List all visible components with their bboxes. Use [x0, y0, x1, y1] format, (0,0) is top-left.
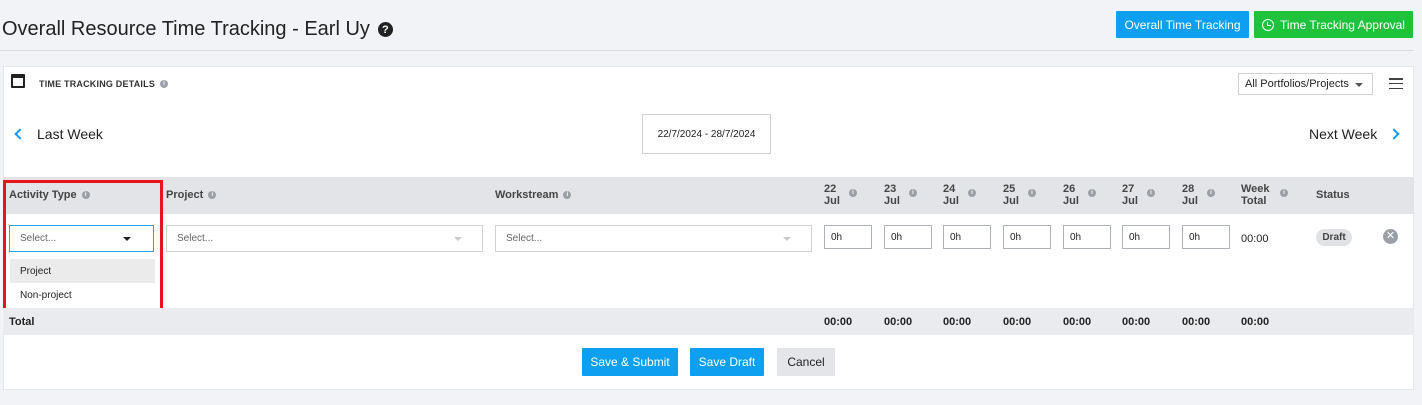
- portfolio-filter-value: All Portfolios/Projects: [1245, 78, 1349, 90]
- header-week-total-label: Week Total: [1241, 183, 1270, 207]
- header-day-label: 24 Jul: [943, 183, 959, 207]
- workstream-placeholder: Select...: [506, 233, 543, 244]
- info-icon[interactable]: i: [208, 191, 217, 199]
- portfolio-filter-select[interactable]: All Portfolios/Projects: [1238, 73, 1373, 95]
- info-icon[interactable]: i: [1207, 189, 1215, 197]
- highlight-annotation-box: [3, 180, 163, 314]
- chevron-left-icon: [14, 128, 26, 140]
- page-title: Overall Resource Time Tracking - Earl Uy…: [2, 18, 393, 41]
- info-icon[interactable]: i: [563, 191, 572, 199]
- overall-time-tracking-button[interactable]: Overall Time Tracking: [1116, 11, 1249, 38]
- chevron-down-icon: [783, 237, 791, 241]
- time-tracking-approval-label: Time Tracking Approval: [1280, 17, 1405, 32]
- last-week-button[interactable]: Last Week: [14, 126, 103, 142]
- clock-icon: [1262, 18, 1275, 31]
- date-range-picker[interactable]: 22/7/2024 - 28/7/2024: [642, 114, 771, 154]
- chevron-down-icon: [454, 237, 462, 241]
- save-draft-button[interactable]: Save Draft: [690, 348, 764, 376]
- total-week: 00:00: [1241, 316, 1270, 328]
- header-day-label: 23 Jul: [884, 183, 900, 207]
- total-day-25: 00:00: [1003, 316, 1032, 328]
- header-day-23: 23 Jul i: [884, 183, 917, 207]
- cancel-button[interactable]: Cancel: [777, 348, 835, 376]
- hours-input-25[interactable]: 0h: [1003, 225, 1051, 249]
- total-day-27: 00:00: [1122, 316, 1151, 328]
- header-day-22: 22 Jul i: [824, 183, 857, 207]
- header-status: Status: [1316, 189, 1350, 201]
- status-badge: Draft: [1316, 229, 1352, 246]
- info-icon[interactable]: i: [909, 189, 917, 197]
- time-tracking-approval-button[interactable]: Time Tracking Approval: [1254, 11, 1413, 38]
- hamburger-menu-icon[interactable]: [1389, 78, 1403, 89]
- header-week-total: Week Total i: [1241, 183, 1288, 207]
- hours-input-24[interactable]: 0h: [943, 225, 991, 249]
- header-day-label: 25 Jul: [1003, 183, 1019, 207]
- header-project-label: Project: [166, 189, 204, 201]
- workstream-select[interactable]: Select...: [495, 225, 812, 252]
- header-day-27: 27 Jul i: [1122, 183, 1155, 207]
- hours-input-26[interactable]: 0h: [1063, 225, 1111, 249]
- help-icon[interactable]: ?: [377, 22, 393, 37]
- row-week-total: 00:00: [1241, 233, 1269, 245]
- total-label: Total: [9, 316, 35, 328]
- chevron-down-icon: [1355, 83, 1363, 87]
- header-day-label: 26 Jul: [1063, 183, 1079, 207]
- hours-input-23[interactable]: 0h: [884, 225, 932, 249]
- header-day-26: 26 Jul i: [1063, 183, 1096, 207]
- header-day-label: 28 Jul: [1182, 183, 1198, 207]
- total-day-24: 00:00: [943, 316, 972, 328]
- total-day-28: 00:00: [1182, 316, 1211, 328]
- header-day-28: 28 Jul i: [1182, 183, 1215, 207]
- project-placeholder: Select...: [177, 233, 214, 244]
- chevron-right-icon: [1388, 128, 1400, 140]
- hours-input-28[interactable]: 0h: [1182, 225, 1230, 249]
- header-workstream: Workstream i: [495, 189, 572, 201]
- header-day-25: 25 Jul i: [1003, 183, 1036, 207]
- info-icon[interactable]: i: [849, 189, 857, 197]
- header-day-24: 24 Jul i: [943, 183, 976, 207]
- total-day-22: 00:00: [824, 316, 853, 328]
- page-title-text: Overall Resource Time Tracking - Earl Uy: [2, 18, 370, 40]
- total-day-23: 00:00: [884, 316, 913, 328]
- remove-row-icon[interactable]: ✕: [1383, 229, 1398, 244]
- info-icon[interactable]: i: [1280, 189, 1288, 197]
- info-icon[interactable]: i: [1088, 189, 1096, 197]
- section-title: TIME TRACKING DETAILS i: [39, 79, 169, 89]
- header-project: Project i: [166, 189, 217, 201]
- title-divider: [0, 50, 1414, 51]
- hours-input-27[interactable]: 0h: [1122, 225, 1170, 249]
- project-select[interactable]: Select...: [166, 225, 483, 252]
- header-day-label: 22 Jul: [824, 183, 840, 207]
- info-icon[interactable]: i: [1028, 189, 1036, 197]
- hours-input-22[interactable]: 0h: [824, 225, 872, 249]
- header-day-label: 27 Jul: [1122, 183, 1138, 207]
- last-week-label: Last Week: [37, 126, 103, 142]
- total-day-26: 00:00: [1063, 316, 1092, 328]
- info-icon[interactable]: i: [160, 80, 169, 88]
- header-workstream-label: Workstream: [495, 189, 559, 201]
- next-week-label: Next Week: [1309, 126, 1378, 142]
- section-title-text: TIME TRACKING DETAILS: [39, 79, 156, 89]
- calendar-icon: [11, 74, 25, 88]
- next-week-button[interactable]: Next Week: [1309, 126, 1400, 142]
- info-icon[interactable]: i: [968, 189, 976, 197]
- save-submit-button[interactable]: Save & Submit: [582, 348, 678, 376]
- info-icon[interactable]: i: [1147, 189, 1155, 197]
